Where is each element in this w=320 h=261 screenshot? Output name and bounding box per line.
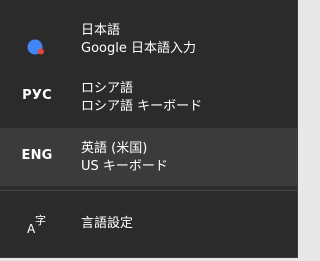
keyboard-name: ロシア語 キーボード: [81, 99, 203, 114]
language-settings-icon: A 字: [27, 213, 46, 235]
language-name: 英語 (米国): [81, 141, 148, 156]
keyboard-name: US キーボード: [81, 159, 168, 174]
language-settings-button[interactable]: A 字 言語設定: [0, 191, 297, 257]
language-name: ロシア語: [81, 81, 134, 96]
keyboard-name: Google 日本語入力: [81, 41, 196, 56]
language-code: РУС: [22, 88, 52, 103]
language-settings-label: 言語設定: [81, 216, 134, 231]
language-code: ENG: [21, 148, 53, 163]
language-name: 日本語: [81, 23, 121, 38]
language-item-english-us[interactable]: ENG 英語 (米国) US キーボード: [0, 128, 297, 186]
google-ime-icon: [27, 39, 44, 55]
language-item-japanese[interactable]: 日本語 Google 日本語入力: [0, 10, 297, 68]
language-item-russian[interactable]: РУС ロシア語 ロシア語 キーボード: [0, 68, 297, 126]
input-language-flyout: 日本語 Google 日本語入力 РУС ロシア語 ロシア語 キーボード ENG…: [0, 0, 298, 258]
svg-text:字: 字: [35, 213, 46, 227]
